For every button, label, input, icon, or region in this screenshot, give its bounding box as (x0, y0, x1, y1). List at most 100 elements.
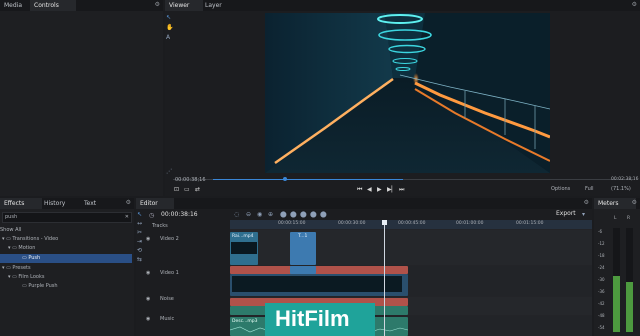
play-button[interactable]: ▶ (377, 186, 382, 194)
hand-tool-icon[interactable]: ✋ (166, 24, 173, 31)
roll-tool-icon[interactable]: ⇆ (137, 256, 142, 263)
viewer-tabbar: Viewer Layer ⚙ (165, 0, 640, 11)
tab-controls[interactable]: Controls (30, 0, 76, 11)
viewer-timecode: 00:00:38;16 (175, 177, 206, 183)
clip-video2-a[interactable]: Rai...mp4 (230, 232, 258, 265)
tab-text[interactable]: Text (80, 198, 100, 209)
add-marker-icon[interactable]: ⬤ (290, 211, 297, 218)
loop-icon[interactable]: ⇄ (195, 186, 200, 194)
tab-meters[interactable]: Meters (594, 198, 636, 209)
slip-tool-icon[interactable]: ↔ (137, 220, 142, 227)
clip-video1-red[interactable] (230, 266, 408, 274)
viewer-timecode-end: 00:02:38;16 (611, 177, 639, 182)
clip-label: Rai...mp4 (232, 234, 254, 239)
clip-video1-transition[interactable] (290, 266, 316, 274)
editor-menu-icon[interactable]: ⚙ (584, 199, 589, 206)
ruler-label: 00:00:30:00 (338, 221, 366, 226)
timecode-clock-icon: ◷ (149, 212, 155, 219)
text-tool-icon[interactable]: A (166, 34, 170, 41)
panel-menu-icon[interactable]: ⚙ (155, 1, 160, 8)
settings-icon[interactable]: ⬤ (320, 211, 327, 218)
track-visibility-icon[interactable]: ◉ (146, 270, 150, 277)
tree-item-label: Motion (18, 245, 36, 251)
clear-search-icon[interactable]: ✕ (125, 214, 129, 221)
viewer-scrubber-handle[interactable] (283, 177, 287, 181)
track-name: Noise (160, 296, 174, 302)
grid-tool-icon[interactable]: ⋰ (166, 168, 172, 175)
clip-video1-thumbnail (232, 276, 402, 292)
zoom-out-icon[interactable]: ⊖ (246, 211, 251, 218)
tree-item-transitions[interactable]: ▾ ▭ Transitions - Video (2, 236, 58, 243)
viewer-options-dropdown[interactable]: Options (551, 186, 570, 193)
tree-item-motion[interactable]: ▾ ▭ Motion (8, 245, 35, 252)
editor-timecode[interactable]: 00:00:38:16 (161, 211, 198, 218)
viewer-zoom-dropdown[interactable]: (71.1%) (611, 186, 631, 193)
track-mute-icon[interactable]: ◉ (146, 316, 150, 323)
zoom-slider-icon[interactable]: ◉ (257, 211, 262, 218)
step-forward-button[interactable]: ▶▏ (387, 186, 396, 194)
tree-item-label: ▭ Push (22, 255, 41, 261)
tree-item-film-looks[interactable]: ▾ ▭ Film Looks (8, 274, 45, 281)
viewer-scrubber[interactable] (173, 177, 633, 181)
track-header-music: ◉ Music (136, 314, 226, 334)
tree-item-purple-push[interactable]: ▭ Purple Push (22, 283, 58, 290)
snapshot-icon[interactable]: ▭ (184, 186, 190, 194)
editor-tabbar: Editor ⚙ (136, 198, 592, 209)
tab-viewer[interactable]: Viewer (165, 0, 203, 11)
meter-fill-left (613, 276, 620, 332)
effects-menu-icon[interactable]: ⚙ (126, 199, 131, 206)
tab-history[interactable]: History (40, 198, 69, 209)
tree-item-label: Presets (12, 265, 31, 271)
tab-layer[interactable]: Layer (201, 0, 226, 11)
ruler-label: 00:01:15:00 (516, 221, 544, 226)
meter-fill-right (626, 282, 633, 332)
clip-thumbnail (231, 242, 257, 254)
meter-bar-right (626, 228, 633, 332)
effects-search-input[interactable]: push ✕ (2, 212, 132, 223)
tab-effects[interactable]: Effects (0, 198, 42, 209)
audio-sync-icon[interactable]: ⬤ (310, 211, 317, 218)
viewer-quality-dropdown[interactable]: Full (585, 186, 594, 193)
previous-frame-button[interactable]: ⏮ (357, 186, 362, 194)
select-tool-icon[interactable]: ↖ (166, 14, 171, 21)
tree-item-presets[interactable]: ▾ ▭ Presets (2, 265, 31, 272)
timeline-ruler[interactable]: 00:00:15:00 00:00:30:00 00:00:45:00 00:0… (230, 220, 592, 229)
fit-icon[interactable]: ⊡ (174, 186, 179, 194)
track-name: Video 2 (160, 236, 179, 242)
snap-icon[interactable]: ◌ (234, 211, 239, 218)
effects-tabbar: Effects History Text ⚙ (0, 198, 134, 209)
marker-icon[interactable]: ⬤ (280, 211, 287, 218)
tracks-label: Tracks (152, 223, 168, 229)
tree-item-label: Purple Push (28, 283, 58, 289)
effects-panel: Effects History Text ⚙ push ✕ Show All ▾… (0, 198, 134, 336)
meter-scale-label: -24 (598, 265, 605, 270)
viewer-menu-icon[interactable]: ⚙ (632, 1, 637, 8)
track-header-video-2: ◉ Video 2 (136, 230, 226, 250)
tree-item-label: Transitions - Video (12, 236, 59, 242)
zoom-in-icon[interactable]: ⊕ (268, 211, 273, 218)
show-all-dropdown[interactable]: Show All (0, 227, 21, 234)
viewer-panel: Viewer Layer ⚙ ↖ ✋ A ⋰ 00:00:38;16 00:02… (165, 0, 640, 196)
tree-item-push[interactable]: ▭ Push (0, 254, 132, 263)
track-visibility-icon[interactable]: ◉ (146, 236, 150, 243)
export-menu-icon[interactable]: ▾ (582, 211, 585, 218)
watermark-text: HitFilm (275, 306, 350, 331)
viewer-scrubber-played (213, 179, 403, 180)
meter-scale-label: -54 (598, 325, 605, 330)
ruler-label: 00:00:45:00 (398, 221, 426, 226)
clip-video2-b[interactable]: T...1 (290, 232, 316, 265)
track-header-video-1: ◉ Video 1 (136, 264, 226, 284)
tab-editor[interactable]: Editor (136, 198, 174, 209)
export-button[interactable]: Export (556, 210, 576, 217)
playhead[interactable] (384, 220, 385, 336)
tab-media[interactable]: Media (0, 0, 26, 11)
step-back-button[interactable]: ◀ (367, 186, 372, 194)
link-icon[interactable]: ⬤ (300, 211, 307, 218)
track-mute-icon[interactable]: ◉ (146, 296, 150, 303)
next-frame-button[interactable]: ⏭ (399, 186, 404, 194)
track-name: Music (160, 316, 175, 322)
clip-label: T...1 (298, 234, 308, 239)
select-tool-icon[interactable]: ↖ (137, 211, 142, 218)
playhead-handle[interactable] (382, 220, 387, 225)
meters-menu-icon[interactable]: ⚙ (632, 199, 637, 206)
